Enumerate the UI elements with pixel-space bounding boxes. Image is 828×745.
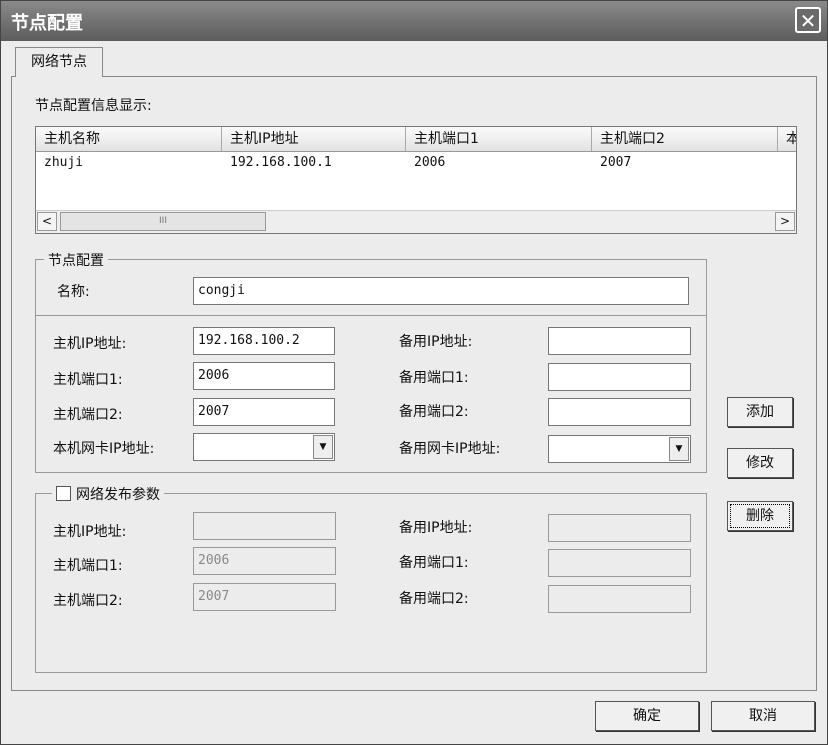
cell-host-port1: 2006 (414, 155, 446, 170)
list-header: 主机名称 主机IP地址 主机端口1 主机端口2 本 (36, 127, 796, 152)
column-header-host-port2[interactable]: 主机端口2 (592, 127, 778, 151)
publish-backup-port1-input[interactable] (548, 549, 691, 577)
scroll-thumb[interactable]: III (60, 212, 266, 231)
publish-host-port2-input[interactable]: 2007 (193, 583, 336, 611)
host-port2-label: 主机端口2: (53, 407, 123, 423)
column-header-host-name[interactable]: 主机名称 (36, 127, 222, 151)
backup-ip-input[interactable] (548, 327, 691, 355)
publish-backup-ip-input[interactable] (548, 514, 691, 542)
host-port1-input[interactable]: 2006 (193, 362, 335, 390)
backup-nic-label: 备用网卡IP地址: (399, 441, 501, 457)
publish-backup-port2-input[interactable] (548, 585, 691, 613)
host-port1-label: 主机端口1: (53, 372, 123, 388)
chevron-right-icon: > (779, 214, 791, 228)
host-ip-input[interactable]: 192.168.100.2 (193, 327, 335, 355)
publish-backup-ip-label: 备用IP地址: (399, 520, 473, 536)
backup-port1-label: 备用端口1: (399, 370, 469, 386)
local-nic-dropdown-button[interactable]: ▼ (313, 435, 333, 459)
local-nic-select[interactable]: ▼ (193, 433, 335, 461)
window-title: 节点配置 (11, 13, 83, 34)
scroll-right-button[interactable]: > (775, 212, 795, 231)
tab-network-node[interactable]: 网络节点 (15, 47, 103, 77)
name-label: 名称: (57, 284, 90, 300)
ok-button[interactable]: 确定 (595, 701, 699, 731)
node-config-group-title: 节点配置 (44, 250, 108, 270)
chevron-down-icon: ▼ (319, 442, 327, 452)
backup-nic-select[interactable]: ▼ (548, 435, 691, 463)
cell-host-name: zhuji (44, 155, 84, 170)
publish-host-port1-label: 主机端口1: (53, 558, 123, 574)
group-divider (36, 315, 706, 316)
cell-host-ip: 192.168.100.1 (230, 155, 332, 170)
chevron-left-icon: < (41, 214, 53, 228)
publish-host-ip-input[interactable] (193, 512, 336, 540)
node-config-dialog: 节点配置 ✕ 网络节点 节点配置信息显示: 主机名称 主机IP地址 主机端口1 … (0, 0, 828, 745)
publish-host-port1-input[interactable]: 2006 (193, 547, 336, 575)
add-button[interactable]: 添加 (727, 397, 793, 427)
horizontal-scrollbar[interactable]: < III > (36, 210, 796, 233)
backup-port2-label: 备用端口2: (399, 404, 469, 420)
cancel-button[interactable]: 取消 (711, 701, 815, 731)
list-caption: 节点配置信息显示: (35, 98, 152, 114)
publish-backup-port2-label: 备用端口2: (399, 591, 469, 607)
chevron-down-icon: ▼ (675, 444, 683, 454)
title-bar[interactable]: 节点配置 ✕ (1, 1, 827, 41)
column-header-host-port1[interactable]: 主机端口1 (406, 127, 592, 151)
scroll-left-button[interactable]: < (37, 212, 57, 231)
backup-port1-input[interactable] (548, 363, 691, 391)
publish-backup-port1-label: 备用端口1: (399, 555, 469, 571)
close-button[interactable]: ✕ (795, 7, 821, 33)
local-nic-label: 本机网卡IP地址: (53, 441, 155, 457)
name-input[interactable]: congji (193, 277, 689, 305)
close-icon: ✕ (799, 9, 817, 33)
cell-host-port2: 2007 (600, 155, 632, 170)
delete-button[interactable]: 删除 (727, 501, 793, 531)
publish-host-ip-label: 主机IP地址: (53, 524, 127, 540)
column-header-host-ip[interactable]: 主机IP地址 (222, 127, 406, 151)
host-port2-input[interactable]: 2007 (193, 398, 335, 426)
publish-host-port2-label: 主机端口2: (53, 593, 123, 609)
column-header-partial[interactable]: 本 (778, 127, 796, 151)
host-ip-label: 主机IP地址: (53, 336, 127, 352)
backup-ip-label: 备用IP地址: (399, 334, 473, 350)
node-list[interactable]: 主机名称 主机IP地址 主机端口1 主机端口2 本 zhuji 192.168.… (35, 126, 797, 234)
publish-checkbox[interactable] (56, 486, 71, 501)
backup-port2-input[interactable] (548, 398, 691, 426)
modify-button[interactable]: 修改 (727, 448, 793, 478)
backup-nic-dropdown-button[interactable]: ▼ (669, 437, 689, 461)
